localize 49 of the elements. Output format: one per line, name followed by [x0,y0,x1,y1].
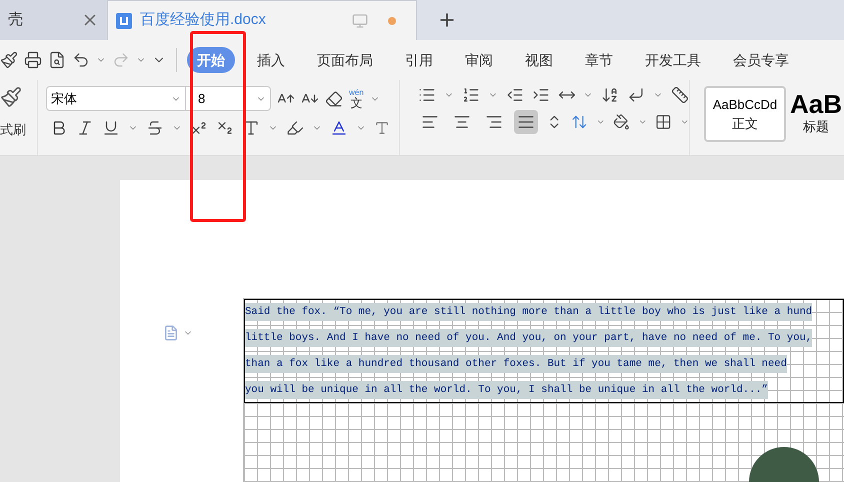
phonetic-guide-button[interactable]: wén 文 [349,88,364,108]
highlighter-icon[interactable] [286,119,304,137]
superscript-icon[interactable] [190,119,208,137]
print-preview-icon[interactable] [48,51,66,69]
tree-photo-placeholder [749,447,819,482]
ribbon-tab[interactable]: 页面布局 [307,47,383,73]
character-shading-icon[interactable] [374,120,390,136]
font-color-icon[interactable] [330,119,348,137]
format-painter-icon[interactable] [0,84,22,110]
font-name-field[interactable]: 宋体 [46,86,186,111]
align-icon [421,113,440,131]
align-icon [453,113,472,131]
borders-icon[interactable] [655,113,672,131]
subscript-icon[interactable] [216,119,234,137]
format-painter-label[interactable]: 式刷 [0,120,37,139]
ribbon-tab[interactable]: 开发工具 [635,47,711,73]
undo-icon[interactable] [72,51,90,69]
ruler-icon[interactable] [671,86,690,104]
numbered-list-icon[interactable] [462,86,480,104]
document-tab[interactable]: 百度经验使用.docx [107,0,417,40]
brush-icon[interactable] [0,51,18,69]
decrease-indent-icon[interactable] [506,86,524,104]
tab-title: 百度经验使用.docx [140,10,266,30]
paragraph-mark-icon[interactable] [627,86,646,104]
ribbon-tab[interactable]: 章节 [575,47,623,73]
ribbon-tab[interactable]: 审阅 [455,47,503,73]
style-preset[interactable]: AaBbCcDd 正文 [704,86,786,142]
sort-icon[interactable] [601,86,620,104]
ribbon-tab[interactable]: 插入 [247,47,295,73]
ribbon-tab[interactable]: 视图 [515,47,563,73]
line-spacing-icon[interactable] [571,113,588,131]
ribbon-tab[interactable]: 引用 [395,47,443,73]
underline-icon[interactable] [102,119,120,137]
bullet-list-icon[interactable] [418,86,436,104]
document-tab[interactable]: 壳 [0,0,107,40]
ribbon-tab[interactable]: 会员专享 [723,47,799,73]
italic-icon[interactable] [76,119,94,137]
align-icon [517,113,536,131]
align-icon [485,113,504,131]
word-file-icon [116,12,132,28]
font-size-field[interactable]: 8 [185,86,271,111]
increase-indent-icon[interactable] [532,86,550,104]
align-button[interactable] [514,110,538,134]
tab-title: 壳 [8,10,23,30]
print-icon[interactable] [24,51,42,69]
style-preset[interactable]: AaB 标题 [788,86,844,142]
shading-icon[interactable] [613,113,630,131]
strikethrough-icon[interactable] [146,119,164,137]
eraser-icon[interactable] [325,90,343,108]
